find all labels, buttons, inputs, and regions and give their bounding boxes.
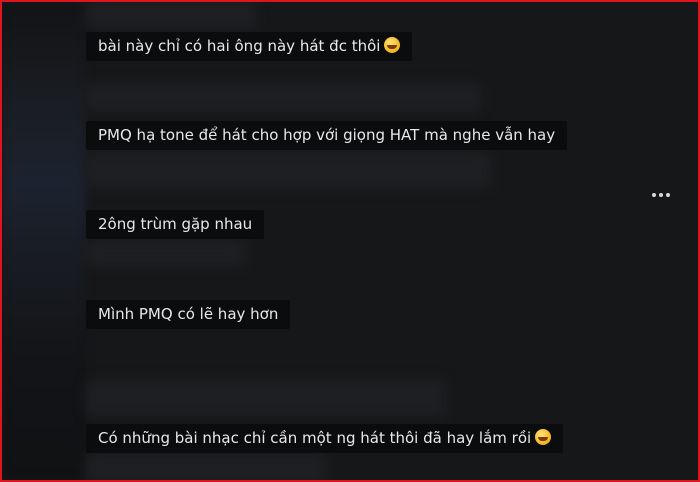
blurred-username: [86, 152, 491, 188]
more-options-button[interactable]: [648, 189, 674, 201]
comment-text: PMQ hạ tone để hát cho hợp với giọng HAT…: [86, 121, 568, 150]
comment-text: Mình PMQ có lẽ hay hơn: [86, 300, 291, 329]
comment-body: Có những bài nhạc chỉ cần một ng hát thô…: [98, 429, 532, 447]
blurred-username: [86, 2, 256, 28]
blurred-username: [86, 84, 481, 112]
more-horizontal-icon: [652, 193, 656, 197]
more-horizontal-icon: [659, 193, 663, 197]
comment-text: bài này chỉ có hai ông này hát đc thôi: [86, 32, 413, 61]
comment-body: PMQ hạ tone để hát cho hợp với giọng HAT…: [98, 126, 556, 144]
blurred-username: [86, 380, 446, 416]
comment-body: bài này chỉ có hai ông này hát đc thôi: [98, 37, 381, 55]
blurred-avatar-column: [2, 2, 86, 480]
comment-text: 2ông trùm gặp nhau: [86, 210, 265, 239]
sweat-smile-emoji-icon: [384, 37, 401, 53]
grin-emoji-icon: [535, 429, 552, 445]
screenshot-frame: bài này chỉ có hai ông này hát đc thôi P…: [0, 0, 700, 482]
comment-text: Có những bài nhạc chỉ cần một ng hát thô…: [86, 424, 564, 453]
comment-body: 2ông trùm gặp nhau: [98, 215, 253, 233]
more-horizontal-icon: [666, 193, 670, 197]
comment-body: Mình PMQ có lẽ hay hơn: [98, 305, 279, 323]
blurred-username: [86, 454, 326, 480]
blurred-username: [86, 240, 246, 266]
